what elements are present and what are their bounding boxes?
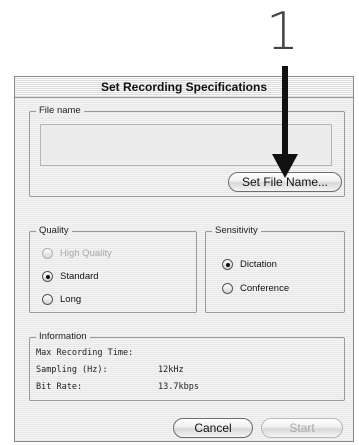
quality-option-high-quality[interactable]: High Quality	[42, 248, 112, 259]
sensitivity-option-label: Dictation	[240, 259, 277, 270]
quality-option-label: Long	[60, 294, 82, 305]
sensitivity-group: Sensitivity Dictation Conference	[205, 224, 345, 313]
quality-option-label: Standard	[60, 271, 99, 282]
quality-option-standard[interactable]: Standard	[42, 271, 99, 282]
sensitivity-group-label: Sensitivity	[212, 224, 261, 238]
bit-rate-label: Bit Rate:	[36, 382, 83, 392]
radio-button-icon	[42, 248, 53, 259]
bit-rate-value: 13.7kbps	[158, 382, 199, 392]
cancel-button[interactable]: Cancel	[173, 418, 253, 438]
quality-option-label: High Quality	[60, 248, 112, 259]
radio-button-icon	[222, 283, 233, 294]
recording-specifications-dialog: Set Recording Specifications File name S…	[14, 76, 354, 442]
information-group: Information Max Recording Time: Sampling…	[29, 330, 345, 401]
start-button[interactable]: Start	[261, 418, 343, 438]
max-recording-time-label: Max Recording Time:	[36, 348, 134, 358]
sensitivity-option-label: Conference	[240, 283, 290, 294]
radio-button-icon	[42, 294, 53, 305]
sensitivity-option-conference[interactable]: Conference	[222, 283, 289, 294]
radio-button-selected-icon	[42, 271, 53, 282]
down-arrow-icon	[272, 66, 298, 178]
information-group-label: Information	[36, 330, 90, 344]
sampling-label: Sampling (Hz):	[36, 365, 108, 375]
quality-option-long[interactable]: Long	[42, 294, 81, 305]
dialog-title: Set Recording Specifications	[15, 77, 353, 98]
sensitivity-option-dictation[interactable]: Dictation	[222, 259, 277, 270]
step-number-annotation: 1	[266, 2, 300, 62]
quality-group: Quality High Quality Standard Long	[29, 224, 197, 313]
file-name-group-label: File name	[36, 104, 84, 118]
quality-group-label: Quality	[36, 224, 72, 238]
radio-button-selected-icon	[222, 259, 233, 270]
sampling-value: 12kHz	[158, 365, 184, 375]
